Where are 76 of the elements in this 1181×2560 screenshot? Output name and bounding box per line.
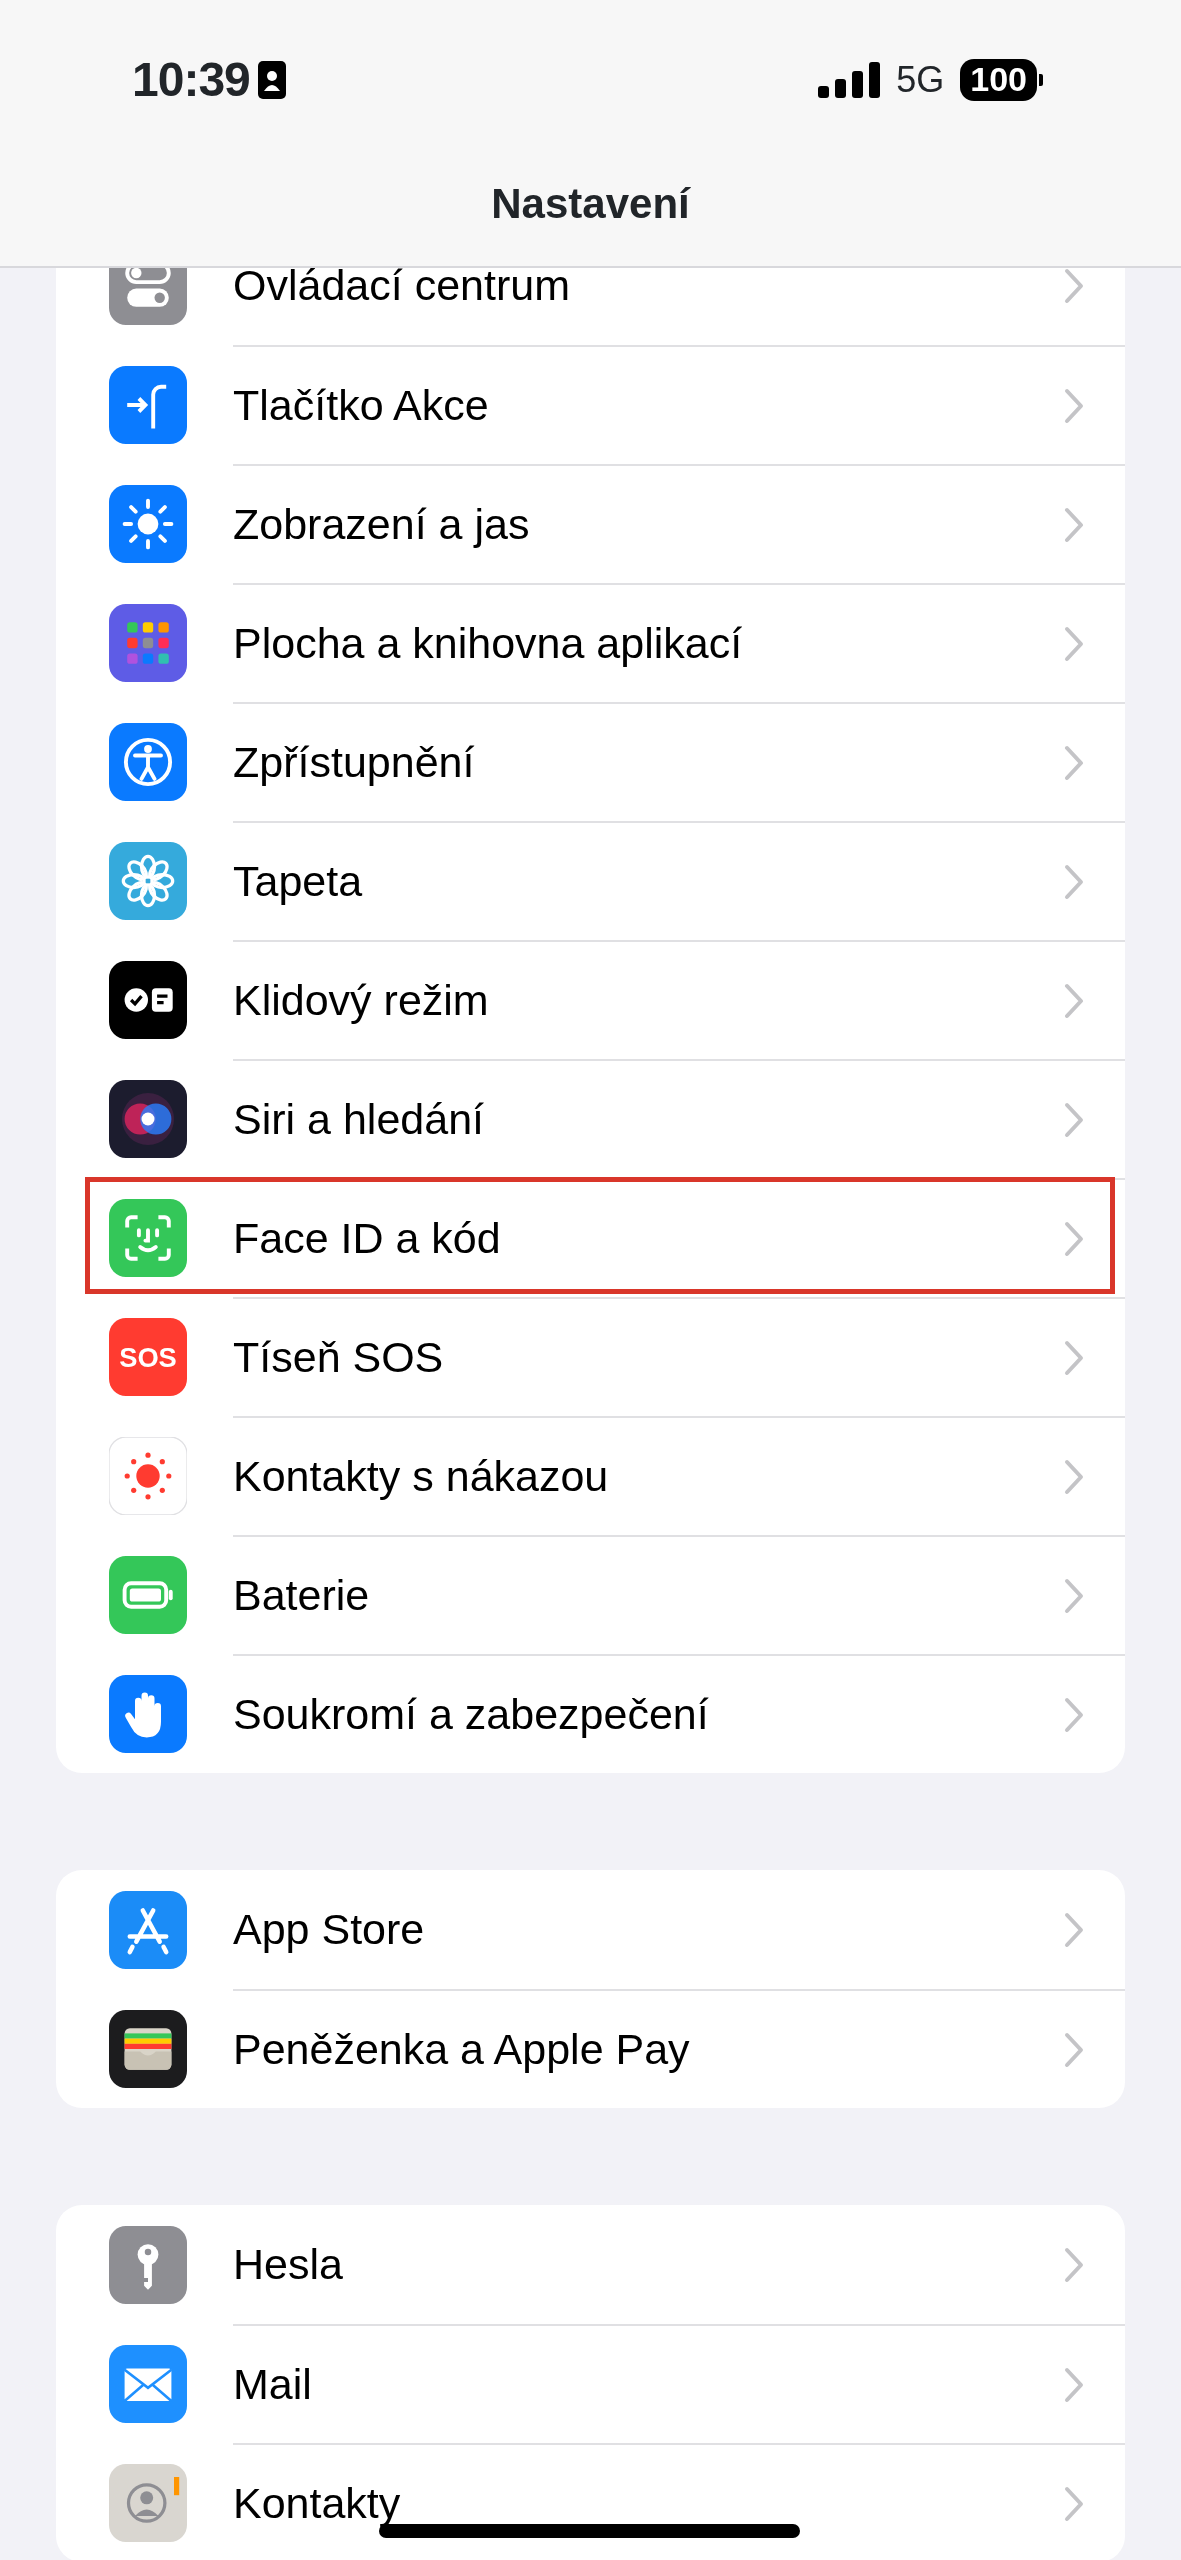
face-scan-icon [109,1198,187,1277]
row-label: Face ID a kód [233,1214,501,1263]
app-grid-icon [109,603,187,682]
accessibility-icon [109,722,187,801]
chevron-icon [1063,1696,1085,1733]
settings-row[interactable]: Zobrazení a jas [56,464,1125,583]
settings-row[interactable]: Klidový režim [56,940,1125,1059]
status-time: 10:39 [132,52,250,108]
row-label: Zobrazení a jas [233,500,530,549]
settings-row[interactable]: Hesla [56,2205,1125,2324]
row-label: Tlačítko Akce [233,381,489,430]
sos-icon: SOS [109,1317,187,1396]
contact-icon [109,2463,187,2542]
settings-row[interactable]: App Store [56,1870,1125,1989]
row-label: Peněženka a Apple Pay [233,2025,690,2074]
row-label: Kontakty [233,2479,401,2528]
key-icon [109,2225,187,2304]
envelope-icon [109,2344,187,2423]
chevron-icon [1063,2485,1085,2522]
row-label: Hesla [233,2240,343,2289]
settings-row[interactable]: Kontakty s nákazou [56,1416,1125,1535]
settings-row[interactable]: Peněženka a Apple Pay [56,1989,1125,2108]
orb-icon [109,1079,187,1158]
row-label: Baterie [233,1571,370,1620]
row-label: Ovládací centrum [233,268,570,310]
chevron-icon [1063,387,1085,424]
chevron-icon [1063,744,1085,781]
chevron-icon [1063,1458,1085,1495]
row-label: Kontakty s nákazou [233,1452,609,1501]
network-type: 5G [896,58,945,102]
battery-indicator: 100 [960,59,1043,101]
settings-row[interactable]: Baterie [56,1535,1125,1654]
chevron-icon [1063,1101,1085,1138]
row-label: Tíseň SOS [233,1333,444,1382]
row-label: App Store [233,1905,425,1954]
chevron-icon [1063,625,1085,662]
chevron-icon [1063,1339,1085,1376]
chevron-icon [1063,1577,1085,1614]
row-label: Klidový režim [233,976,489,1025]
sun-icon [109,484,187,563]
signal-icon [818,62,881,98]
settings-row[interactable]: SOS Tíseň SOS [56,1297,1125,1416]
row-label: Tapeta [233,857,363,906]
navigation-title: Nastavení [490,179,692,229]
flower-icon [109,841,187,920]
settings-row[interactable]: Mail [56,2324,1125,2443]
row-label: Plocha a knihovna aplikací [233,619,743,668]
id-card-icon [257,61,286,99]
row-label: Siri a hledání [233,1095,484,1144]
settings-row[interactable]: Zpřístupnění [56,702,1125,821]
settings-row[interactable]: Soukromí a zabezpečení [56,1654,1125,1773]
row-label: Mail [233,2360,312,2409]
chevron-icon [1063,2246,1085,2283]
settings-row[interactable]: Ovládací centrum [56,268,1125,345]
chevron-icon [1063,268,1085,304]
chevron-icon [1063,1911,1085,1948]
chevron-icon [1063,2031,1085,2068]
chevron-icon [1063,506,1085,543]
app-store-icon [109,1890,187,1969]
chevron-icon [1063,1220,1085,1257]
battery-icon [109,1555,187,1634]
settings-row[interactable]: Face ID a kód [56,1178,1125,1297]
settings-row[interactable]: Tlačítko Akce [56,345,1125,464]
chevron-icon [1063,2366,1085,2403]
hand-icon [109,1674,187,1753]
dotted-sun-icon [109,1436,187,1515]
row-label: Soukromí a zabezpečení [233,1690,709,1739]
chevron-icon [1063,982,1085,1019]
action-button-icon [109,365,187,444]
settings-row[interactable]: Plocha a knihovna aplikací [56,583,1125,702]
wallet-icon [109,2009,187,2088]
clock-card-icon [109,960,187,1039]
settings-row[interactable]: Tapeta [56,821,1125,940]
row-label: Zpřístupnění [233,738,475,787]
chevron-icon [1063,863,1085,900]
settings-row[interactable]: Siri a hledání [56,1059,1125,1178]
